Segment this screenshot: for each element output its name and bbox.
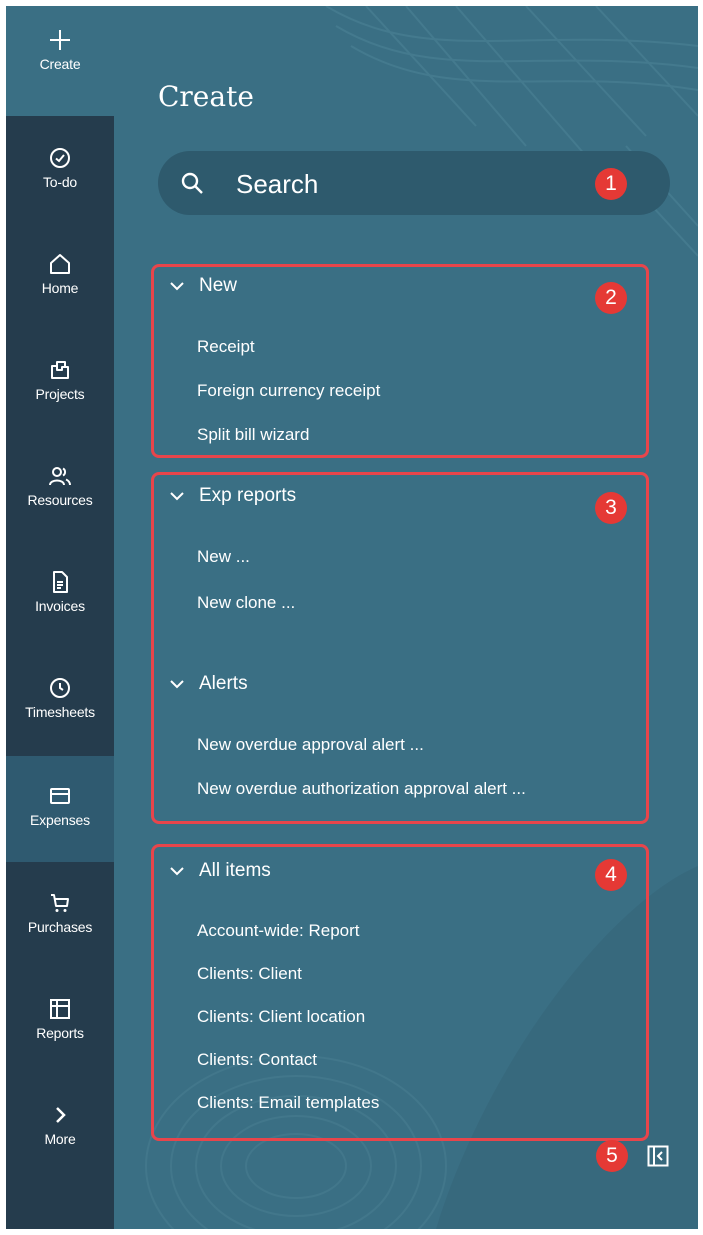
nav-projects[interactable]: Projects (6, 330, 114, 436)
nav-label: Expenses (30, 812, 90, 828)
search-placeholder: Search (236, 169, 319, 199)
nav-home[interactable]: Home (6, 224, 114, 330)
people-icon (48, 464, 72, 488)
nav-label: Reports (36, 1025, 84, 1041)
chevron-down-icon (169, 488, 185, 504)
menu-item-clients-contact[interactable]: Clients: Contact (197, 1050, 317, 1070)
menu-item-foreign-currency-receipt[interactable]: Foreign currency receipt (197, 381, 380, 401)
section-exp-reports-header[interactable]: Exp reports (169, 485, 296, 507)
section-exp-reports-alerts: Exp reports New ... New clone ... Alerts… (151, 472, 649, 824)
nav-timesheets[interactable]: Timesheets (6, 648, 114, 754)
nav-label: Resources (27, 492, 93, 508)
section-new-header[interactable]: New (169, 275, 237, 297)
callout-badge-5: 5 (596, 1140, 628, 1172)
check-circle-icon (48, 146, 72, 170)
callout-badge-2: 2 (595, 282, 627, 314)
menu-item-clients-email-templates[interactable]: Clients: Email templates (197, 1093, 379, 1113)
menu-item-split-bill-wizard[interactable]: Split bill wizard (197, 425, 309, 445)
nav-label: Timesheets (25, 704, 95, 720)
invoice-icon (48, 570, 72, 594)
menu-item-new-overdue-authorization-approval-alert[interactable]: New overdue authorization approval alert… (197, 779, 526, 799)
callout-badge-3: 3 (595, 492, 627, 524)
home-icon (48, 252, 72, 276)
nav-resources[interactable]: Resources (6, 436, 114, 542)
menu-item-clients-client[interactable]: Clients: Client (197, 964, 302, 984)
section-all-items: All items Account-wide: Report Clients: … (151, 844, 649, 1141)
menu-item-new-exp-report[interactable]: New ... (197, 547, 250, 567)
cart-icon (48, 891, 72, 915)
search-input[interactable]: Search (158, 151, 670, 215)
menu-item-new-clone[interactable]: New clone ... (197, 593, 295, 613)
nav-label: More (44, 1131, 76, 1147)
menu-item-account-wide-report[interactable]: Account-wide: Report (197, 921, 360, 941)
section-all-items-header[interactable]: All items (169, 860, 271, 882)
section-heading: All items (199, 860, 271, 881)
search-icon (180, 171, 204, 195)
collapse-panel-icon (647, 1145, 669, 1167)
section-alerts-header[interactable]: Alerts (169, 673, 248, 695)
menu-item-new-overdue-approval-alert[interactable]: New overdue approval alert ... (197, 735, 424, 755)
section-new: New Receipt Foreign currency receipt Spl… (151, 264, 649, 458)
panel-title: Create (158, 80, 254, 113)
chevron-down-icon (169, 863, 185, 879)
clock-icon (48, 676, 72, 700)
grid-icon (48, 997, 72, 1021)
nav-to-do[interactable]: To-do (6, 118, 114, 224)
callout-badge-1: 1 (595, 168, 627, 200)
navigation-rail: Create To-do Home Projects Resources Inv… (6, 6, 114, 1229)
nav-label: Purchases (27, 919, 93, 935)
callout-badge-4: 4 (595, 859, 627, 891)
nav-label: Home (41, 280, 79, 296)
collapse-panel-button[interactable] (647, 1145, 669, 1167)
nav-label: Projects (35, 386, 85, 402)
nav-create[interactable]: Create (6, 6, 114, 116)
chevron-right-icon (48, 1103, 72, 1127)
menu-item-receipt[interactable]: Receipt (197, 337, 255, 357)
nav-label: Invoices (35, 598, 85, 614)
plus-icon (48, 28, 72, 52)
nav-more[interactable]: More (6, 1075, 114, 1181)
chevron-down-icon (169, 676, 185, 692)
nav-purchases[interactable]: Purchases (6, 863, 114, 969)
section-heading: Alerts (199, 673, 248, 694)
nav-invoices[interactable]: Invoices (6, 542, 114, 648)
section-heading: New (199, 275, 238, 296)
section-heading: Exp reports (199, 485, 297, 506)
projects-icon (48, 358, 72, 382)
nav-label: Create (39, 56, 81, 72)
card-icon (48, 784, 72, 808)
nav-reports[interactable]: Reports (6, 969, 114, 1075)
create-panel-window: Create To-do Home Projects Resources Inv… (6, 6, 698, 1229)
nav-label: To-do (42, 174, 78, 190)
nav-expenses[interactable]: Expenses (6, 756, 114, 862)
chevron-down-icon (169, 278, 185, 294)
menu-item-clients-client-location[interactable]: Clients: Client location (197, 1007, 365, 1027)
